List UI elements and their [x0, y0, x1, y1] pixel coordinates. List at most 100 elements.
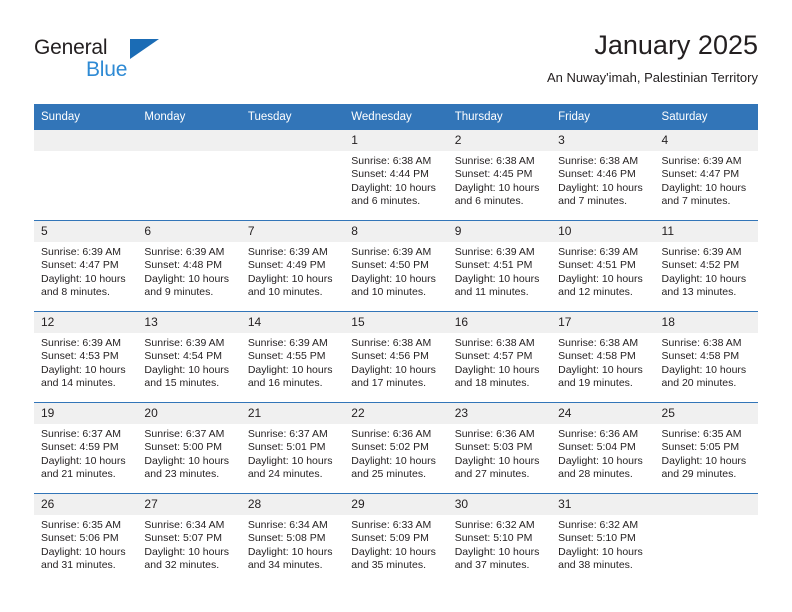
calendar-day-cell-empty — [34, 129, 138, 221]
calendar-day-cell[interactable]: 14 Sunrise: 6:39 AM Sunset: 4:55 PM Dayligh… — [240, 311, 345, 403]
daylight-text: Daylight: 10 hours and 24 minutes. — [247, 454, 333, 481]
calendar-day-cell[interactable]: 24 Sunrise: 6:36 AM Sunset: 5:04 PM Dayligh… — [551, 402, 655, 494]
calendar-day-cell[interactable]: 31 Sunrise: 6:32 AM Sunset: 5:10 PM Dayligh… — [551, 493, 655, 584]
sunrise-text: Sunrise: 6:32 AM — [558, 519, 639, 531]
sunrise-text: Sunrise: 6:38 AM — [661, 337, 742, 349]
calendar-day-cell[interactable]: 3 Sunrise: 6:38 AM Sunset: 4:46 PM Daylight… — [551, 129, 655, 221]
day-info: Sunrise: 6:39 AM Sunset: 4:47 PM Daylight:… — [655, 151, 758, 209]
calendar-day-cell[interactable]: 4 Sunrise: 6:39 AM Sunset: 4:47 PM Daylight… — [654, 129, 758, 221]
day-info: Sunrise: 6:39 AM Sunset: 4:50 PM Daylight:… — [344, 242, 447, 300]
sunset-text: Sunset: 5:06 PM — [41, 532, 119, 545]
day-info: Sunrise: 6:37 AM Sunset: 4:59 PM Daylight:… — [34, 424, 137, 482]
calendar-day-cell[interactable]: 7 Sunrise: 6:39 AM Sunset: 4:49 PM Daylight… — [240, 220, 345, 312]
day-info: Sunrise: 6:38 AM Sunset: 4:44 PM Daylight:… — [344, 151, 447, 209]
calendar-day-cell[interactable]: 16 Sunrise: 6:38 AM Sunset: 4:57 PM Dayligh… — [447, 311, 552, 403]
calendar-day-cell[interactable]: 2 Sunrise: 6:38 AM Sunset: 4:45 PM Daylight… — [447, 129, 552, 221]
calendar-day-cell[interactable]: 5 Sunrise: 6:39 AM Sunset: 4:47 PM Daylight… — [34, 220, 138, 312]
calendar-day-cell[interactable]: 23 Sunrise: 6:36 AM Sunset: 5:03 PM Dayligh… — [447, 402, 552, 494]
sunset-text: Sunset: 5:05 PM — [661, 441, 740, 454]
sunrise-text: Sunrise: 6:38 AM — [351, 337, 432, 349]
day-number: 14 — [240, 312, 345, 333]
sunset-text: Sunset: 5:00 PM — [144, 441, 223, 454]
day-number: 17 — [551, 312, 655, 333]
sunrise-text: Sunrise: 6:35 AM — [41, 519, 121, 531]
day-number: 1 — [344, 130, 448, 151]
day-info: Sunrise: 6:33 AM Sunset: 5:09 PM Daylight:… — [344, 515, 447, 573]
day-number: 24 — [551, 403, 655, 424]
calendar-day-cell[interactable]: 6 Sunrise: 6:39 AM Sunset: 4:48 PM Daylight… — [137, 220, 241, 312]
calendar-day-cell[interactable]: 18 Sunrise: 6:38 AM Sunset: 4:58 PM Dayligh… — [654, 311, 758, 403]
daylight-text: Daylight: 10 hours and 16 minutes. — [247, 363, 333, 390]
calendar-day-cell[interactable]: 9 Sunrise: 6:39 AM Sunset: 4:51 PM Daylight… — [447, 220, 552, 312]
sunset-text: Sunset: 4:51 PM — [558, 259, 636, 272]
calendar-day-cell[interactable]: 29 Sunrise: 6:33 AM Sunset: 5:09 PM Dayligh… — [344, 493, 448, 584]
day-info: Sunrise: 6:38 AM Sunset: 4:56 PM Daylight:… — [344, 333, 447, 391]
sunset-text: Sunset: 4:56 PM — [351, 350, 429, 363]
sunset-text: Sunset: 4:54 PM — [144, 350, 223, 363]
calendar-day-cell[interactable]: 27 Sunrise: 6:34 AM Sunset: 5:07 PM Dayligh… — [137, 493, 241, 584]
day-number: 18 — [654, 312, 758, 333]
calendar-day-cell[interactable]: 13 Sunrise: 6:39 AM Sunset: 4:54 PM Dayligh… — [137, 311, 241, 403]
daylight-text: Daylight: 10 hours and 21 minutes. — [41, 454, 126, 481]
day-info: Sunrise: 6:35 AM Sunset: 5:06 PM Daylight:… — [34, 515, 137, 573]
daylight-text: Daylight: 10 hours and 8 minutes. — [41, 272, 126, 299]
calendar-day-cell[interactable]: 12 Sunrise: 6:39 AM Sunset: 4:53 PM Dayligh… — [34, 311, 138, 403]
day-number: 13 — [137, 312, 241, 333]
sunset-text: Sunset: 5:04 PM — [558, 441, 636, 454]
daylight-text: Daylight: 10 hours and 13 minutes. — [661, 272, 747, 299]
daylight-text: Daylight: 10 hours and 32 minutes. — [144, 545, 230, 572]
calendar-day-cell[interactable]: 26 Sunrise: 6:35 AM Sunset: 5:06 PM Dayligh… — [34, 493, 138, 584]
calendar-day-cell[interactable]: 30 Sunrise: 6:32 AM Sunset: 5:10 PM Dayligh… — [447, 493, 552, 584]
sunrise-text: Sunrise: 6:39 AM — [41, 246, 121, 258]
daylight-text: Daylight: 10 hours and 6 minutes. — [351, 181, 436, 208]
calendar-day-cell[interactable]: 22 Sunrise: 6:36 AM Sunset: 5:02 PM Dayligh… — [344, 402, 448, 494]
day-number: 4 — [654, 130, 758, 151]
sunset-text: Sunset: 5:03 PM — [454, 441, 533, 454]
sunset-text: Sunset: 5:07 PM — [144, 532, 223, 545]
calendar-day-cell[interactable]: 28 Sunrise: 6:34 AM Sunset: 5:08 PM Dayligh… — [240, 493, 345, 584]
calendar-day-cell[interactable]: 19 Sunrise: 6:37 AM Sunset: 4:59 PM Dayligh… — [34, 402, 138, 494]
calendar-day-cell[interactable]: 17 Sunrise: 6:38 AM Sunset: 4:58 PM Dayligh… — [551, 311, 655, 403]
day-info: Sunrise: 6:37 AM Sunset: 5:01 PM Daylight:… — [241, 424, 344, 482]
daylight-text: Daylight: 10 hours and 11 minutes. — [454, 272, 540, 299]
calendar-day-cell[interactable]: 15 Sunrise: 6:38 AM Sunset: 4:56 PM Dayligh… — [344, 311, 448, 403]
sunset-text: Sunset: 4:48 PM — [144, 259, 223, 272]
calendar-day-cell[interactable]: 25 Sunrise: 6:35 AM Sunset: 5:05 PM Dayligh… — [654, 402, 758, 494]
day-number: 9 — [447, 221, 552, 242]
day-info: Sunrise: 6:32 AM Sunset: 5:10 PM Daylight:… — [551, 515, 654, 573]
sunset-text: Sunset: 4:45 PM — [454, 168, 533, 181]
day-number: 12 — [34, 312, 138, 333]
sunrise-text: Sunrise: 6:39 AM — [41, 337, 121, 349]
calendar-day-cell[interactable]: 8 Sunrise: 6:39 AM Sunset: 4:50 PM Daylight… — [344, 220, 448, 312]
sunset-text: Sunset: 4:47 PM — [41, 259, 119, 272]
sunrise-text: Sunrise: 6:38 AM — [558, 155, 639, 167]
day-number: 10 — [551, 221, 655, 242]
day-info: Sunrise: 6:39 AM Sunset: 4:49 PM Daylight:… — [241, 242, 344, 300]
sunset-text: Sunset: 4:57 PM — [454, 350, 533, 363]
weekday-header-saturday: Saturday — [654, 104, 758, 130]
daylight-text: Daylight: 10 hours and 25 minutes. — [351, 454, 436, 481]
general-blue-logo[interactable]: General Blue — [34, 36, 234, 90]
calendar-day-cell[interactable]: 1 Sunrise: 6:38 AM Sunset: 4:44 PM Daylight… — [344, 129, 448, 221]
day-info: Sunrise: 6:32 AM Sunset: 5:10 PM Daylight:… — [448, 515, 551, 573]
day-number: 3 — [551, 130, 655, 151]
day-info: Sunrise: 6:34 AM Sunset: 5:07 PM Daylight:… — [137, 515, 240, 573]
day-number: 15 — [344, 312, 448, 333]
day-number — [137, 130, 241, 151]
daylight-text: Daylight: 10 hours and 31 minutes. — [41, 545, 126, 572]
calendar-day-cell[interactable]: 20 Sunrise: 6:37 AM Sunset: 5:00 PM Dayligh… — [137, 402, 241, 494]
sunrise-text: Sunrise: 6:37 AM — [247, 428, 328, 440]
logo-text-blue: Blue — [86, 58, 128, 81]
logo-text-general: General — [34, 36, 108, 59]
day-number: 20 — [137, 403, 241, 424]
day-number: 23 — [447, 403, 552, 424]
day-number: 25 — [654, 403, 758, 424]
calendar-grid: Sunday Monday Tuesday Wednesday Thursday Frid… — [34, 104, 758, 584]
calendar-day-cell[interactable]: 10 Sunrise: 6:39 AM Sunset: 4:51 PM Dayligh… — [551, 220, 655, 312]
sunrise-text: Sunrise: 6:39 AM — [558, 246, 639, 258]
logo-triangle-icon — [130, 39, 159, 59]
sunset-text: Sunset: 4:47 PM — [661, 168, 740, 181]
calendar-day-cell[interactable]: 11 Sunrise: 6:39 AM Sunset: 4:52 PM Dayligh… — [654, 220, 758, 312]
calendar-week-row: 5 Sunrise: 6:39 AM Sunset: 4:47 PM Daylight… — [34, 220, 758, 312]
calendar-day-cell[interactable]: 21 Sunrise: 6:37 AM Sunset: 5:01 PM Dayligh… — [240, 402, 345, 494]
